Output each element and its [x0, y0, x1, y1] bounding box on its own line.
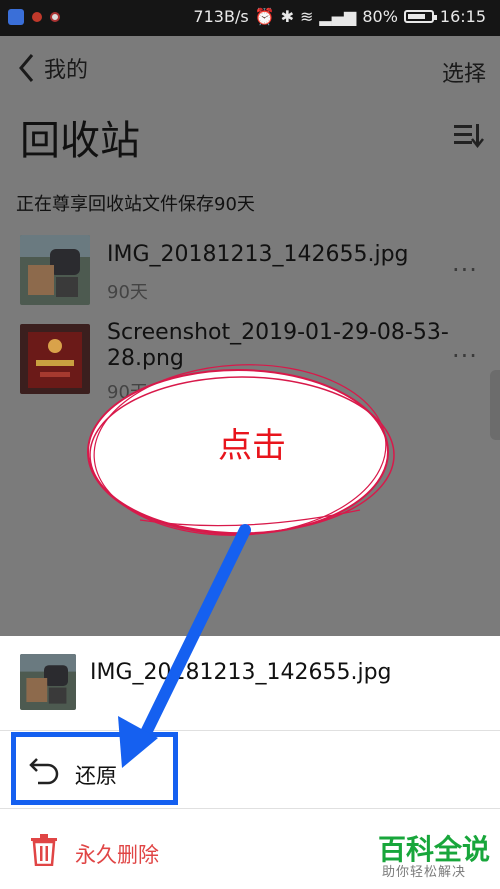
divider: [0, 730, 500, 731]
watermark-tagline: 助你轻松解决: [382, 865, 467, 880]
highlight-box: [11, 732, 178, 805]
alarm-icon: ⏰: [254, 7, 275, 26]
more-icon[interactable]: ···: [452, 342, 478, 370]
click-annotation-label: 点击: [218, 426, 286, 466]
file-thumbnail: [20, 235, 90, 305]
sort-icon[interactable]: [454, 122, 484, 148]
bluetooth-icon: ✱: [280, 7, 294, 26]
list-item[interactable]: IMG_20181213_142655.jpg 90天 ···: [0, 232, 500, 312]
signal-icon: ▂▄▆: [319, 7, 357, 26]
file-name: Screenshot_2019-01-29-08-53-: [107, 320, 449, 345]
battery-percent: 80%: [362, 7, 398, 26]
more-icon[interactable]: ···: [452, 256, 478, 284]
chevron-left-icon: [19, 54, 34, 82]
sheet-file-thumbnail: [20, 654, 76, 710]
file-retention: 90天: [107, 282, 148, 303]
status-bar: 713B/s ⏰ ✱ ≋ ▂▄▆ 80% 16:15: [0, 0, 500, 36]
clock: 16:15: [439, 7, 486, 26]
network-speed: 713B/s: [193, 7, 249, 26]
divider: [0, 808, 500, 809]
scroll-handle[interactable]: [490, 370, 500, 440]
sheet-file-name: IMG_20181213_142655.jpg: [90, 660, 392, 685]
retention-notice: 正在尊享回收站文件保存90天: [16, 194, 255, 215]
battery-icon: [403, 10, 437, 23]
delete-label: 永久删除: [75, 843, 159, 867]
wifi-icon: ≋: [300, 7, 314, 26]
shield-app-icon: [8, 9, 24, 25]
page-title: 回收站: [20, 118, 140, 164]
select-button[interactable]: 选择: [442, 56, 486, 88]
back-button[interactable]: 我的: [18, 52, 88, 84]
file-name: IMG_20181213_142655.jpg: [107, 242, 409, 267]
back-label: 我的: [44, 58, 89, 83]
notification-icons: [8, 9, 60, 25]
record-icon: [50, 12, 60, 22]
app-notification-icon: [32, 12, 42, 22]
trash-icon: [31, 834, 57, 866]
